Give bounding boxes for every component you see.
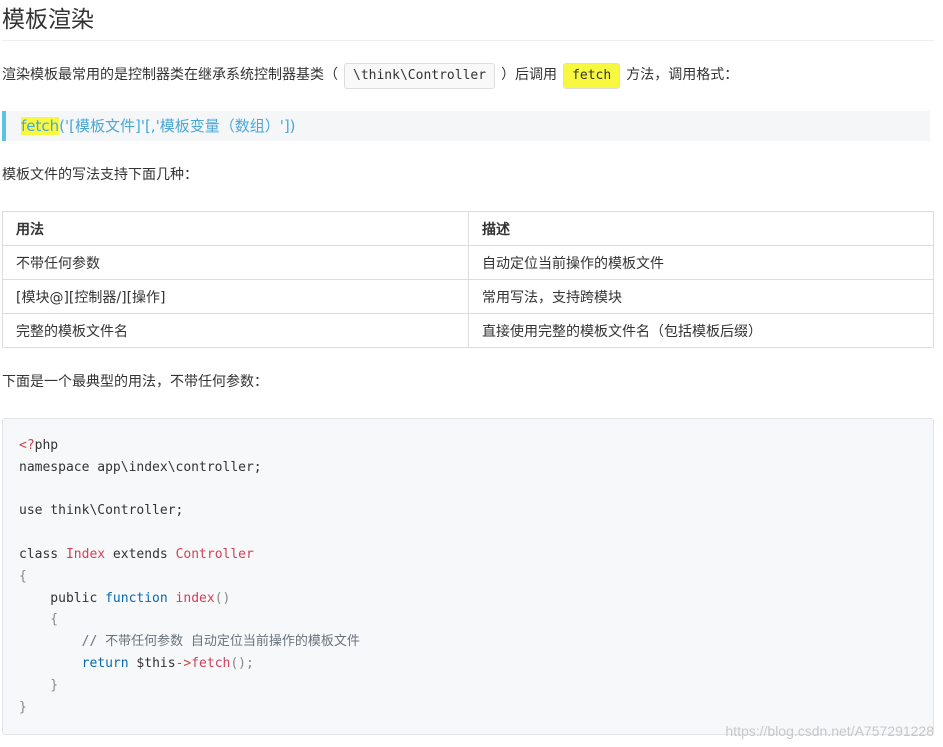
table-header-description: 描述 xyxy=(468,211,934,246)
table-cell: [模块@][控制器/][操作] xyxy=(2,279,469,314)
code-token: (); xyxy=(230,655,254,671)
code-token: $this xyxy=(128,655,176,671)
fetch-syntax-rest: ('[模板文件]'[,'模板变量（数组）']) xyxy=(59,117,296,135)
table-row: 不带任何参数 自动定位当前操作的模板文件 xyxy=(2,245,934,280)
code-token: Index xyxy=(65,546,106,562)
intro-text-2: ）后调用 xyxy=(501,67,558,83)
code-line: use think\Controller; xyxy=(19,503,184,519)
code-line: <?php xyxy=(19,435,917,457)
table-row: [模块@][控制器/][操作] 常用写法，支持跨模块 xyxy=(2,279,934,314)
intro-text-1: 渲染模板最常用的是控制器类在继承系统控制器基类（ xyxy=(2,67,338,83)
code-line-comment: // 不带任何参数 自动定位当前操作的模板文件 xyxy=(19,634,360,650)
php-code-block: <?php namespace app\index\controller; us… xyxy=(2,418,934,735)
table-cell: 常用写法，支持跨模块 xyxy=(468,279,934,314)
code-line: public function index() xyxy=(19,588,917,610)
table-cell: 自动定位当前操作的模板文件 xyxy=(468,245,934,280)
paragraph-typical-usage: 下面是一个最典型的用法，不带任何参数： xyxy=(2,374,268,390)
fetch-highlight: fetch xyxy=(21,117,60,135)
watermark-text: https://blog.csdn.net/A757291228 xyxy=(725,723,934,739)
code-token: extends xyxy=(105,546,176,562)
code-token: () xyxy=(214,590,231,606)
inline-code-fetch: fetch xyxy=(563,63,621,89)
code-line: return $this->fetch(); xyxy=(19,653,917,675)
blockquote-fetch-syntax: fetch('[模板文件]'[,'模板变量（数组）']) xyxy=(2,111,930,141)
code-token: -> xyxy=(175,655,192,671)
code-line: class Index extends Controller xyxy=(19,544,917,566)
code-token: function xyxy=(105,590,168,606)
code-token: Controller xyxy=(175,546,254,562)
code-token: public xyxy=(19,590,106,606)
intro-paragraph: 渲染模板最常用的是控制器类在继承系统控制器基类（ \think\Controlle… xyxy=(2,61,738,89)
code-line: } xyxy=(19,699,27,715)
code-token: fetch xyxy=(191,655,231,671)
table-header-usage: 用法 xyxy=(2,211,469,246)
code-token: <? xyxy=(19,438,35,453)
code-token: index xyxy=(175,590,215,606)
code-token: return xyxy=(81,655,129,671)
table-row: 完整的模板文件名 直接使用完整的模板文件名（包括模板后缀） xyxy=(2,313,934,348)
article-content: 模板渲染 渲染模板最常用的是控制器类在继承系统控制器基类（ \think\Cont… xyxy=(2,0,934,735)
code-line: { xyxy=(19,612,59,628)
table-cell: 直接使用完整的模板文件名（包括模板后缀） xyxy=(468,313,934,348)
table-cell: 完整的模板文件名 xyxy=(2,313,469,348)
code-token: php xyxy=(34,438,59,453)
code-token: class xyxy=(19,546,66,562)
table-header-row: 用法 描述 xyxy=(2,211,934,246)
paragraph-template-formats: 模板文件的写法支持下面几种： xyxy=(2,167,198,183)
inline-code-controller: \think\Controller xyxy=(344,63,496,89)
code-line: namespace app\index\controller; xyxy=(19,459,262,475)
intro-text-3: 方法，调用格式： xyxy=(626,67,739,83)
table-cell: 不带任何参数 xyxy=(2,245,469,280)
page-title: 模板渲染 xyxy=(2,0,934,41)
usage-table: 用法 描述 不带任何参数 自动定位当前操作的模板文件 [模块@][控制器/][操… xyxy=(2,211,934,348)
code-line: } xyxy=(19,677,59,693)
code-line: { xyxy=(19,568,27,584)
